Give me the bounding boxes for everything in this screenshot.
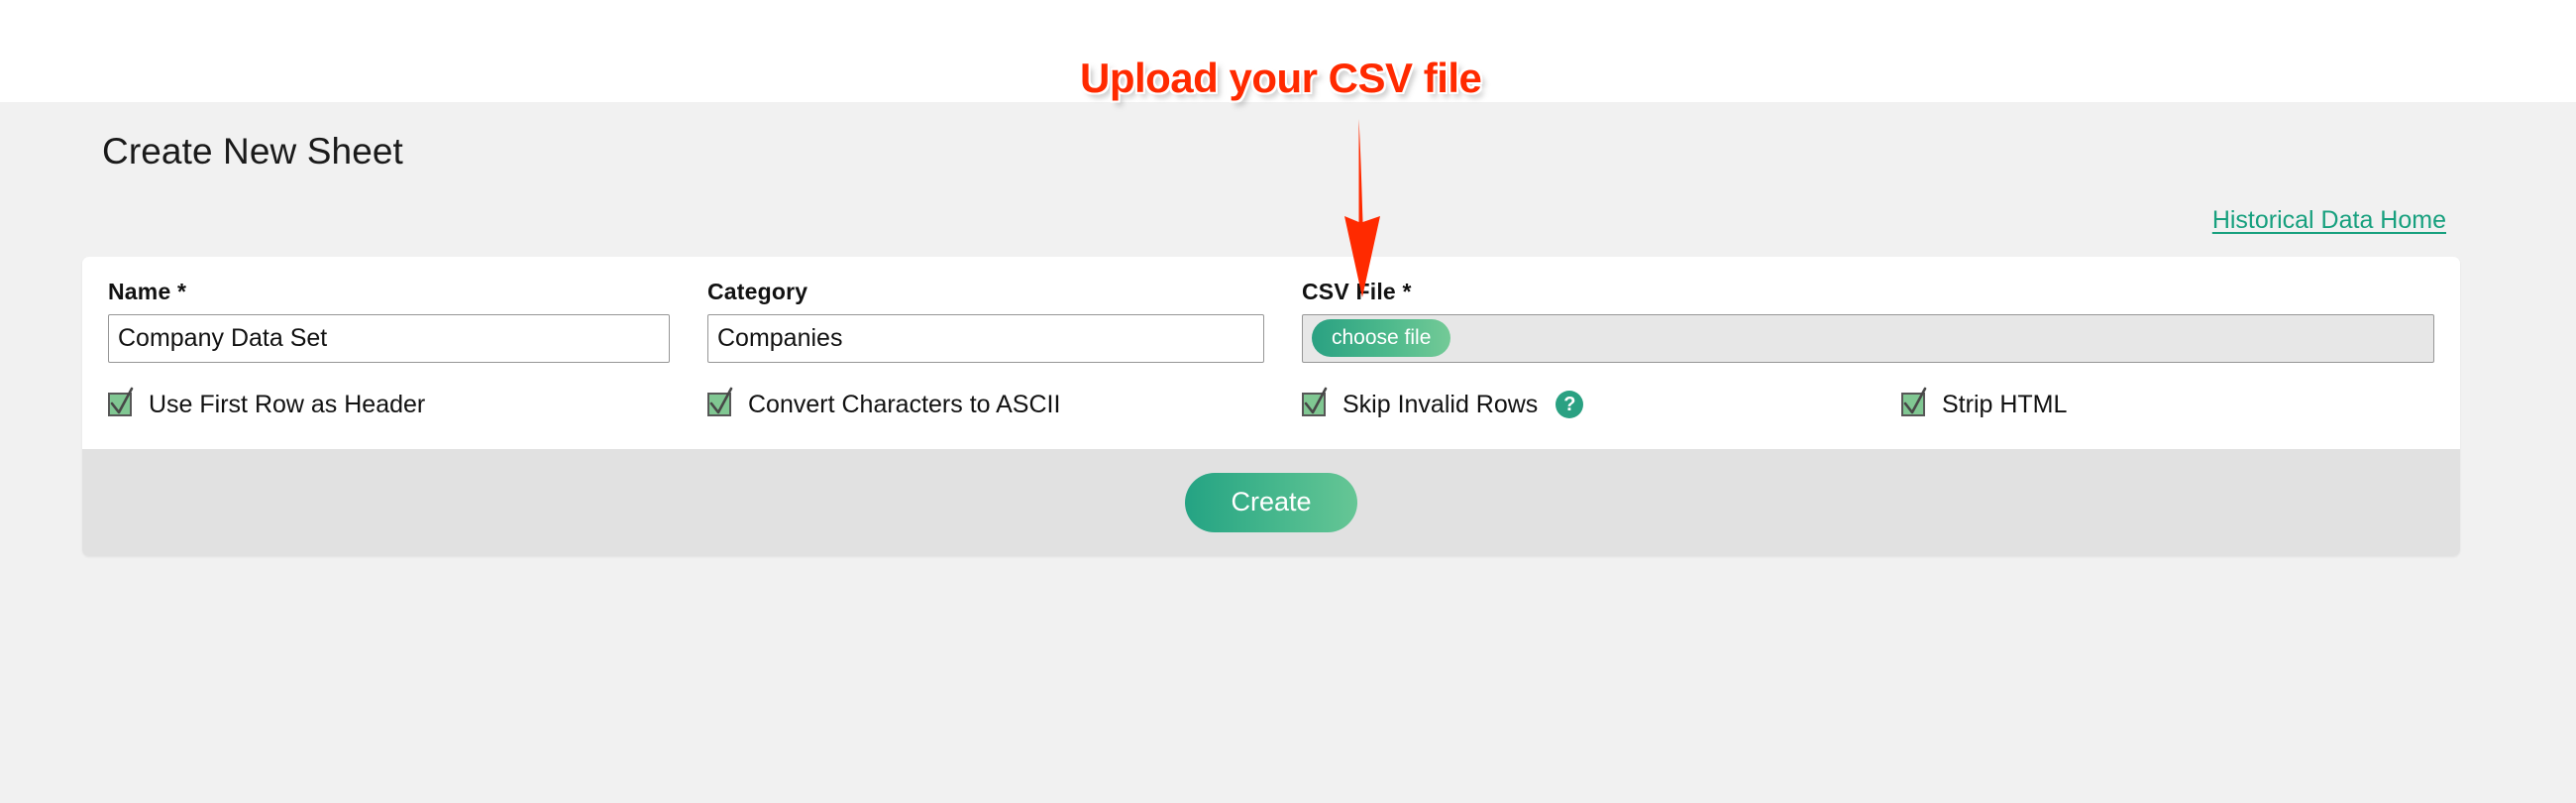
nav-link-row: Historical Data Home bbox=[82, 206, 2460, 238]
options-checkbox-row: Use First Row as Header Convert Characte… bbox=[108, 387, 2434, 419]
page-content: Create New Sheet Historical Data Home Na… bbox=[82, 102, 2460, 556]
help-question-icon[interactable]: ? bbox=[1556, 391, 1584, 419]
checkbox-checked-icon[interactable] bbox=[1302, 387, 1328, 417]
csv-file-field-label: CSV File * bbox=[1302, 278, 1412, 304]
page-title: Create New Sheet bbox=[102, 131, 403, 172]
name-field-label: Name * bbox=[108, 278, 187, 304]
historical-data-home-link[interactable]: Historical Data Home bbox=[2212, 206, 2446, 234]
top-white-band bbox=[0, 0, 2576, 102]
checkbox-item-skip-invalid-rows[interactable]: Skip Invalid Rows ? bbox=[1302, 387, 1901, 419]
checkbox-checked-icon[interactable] bbox=[108, 387, 134, 417]
card-footer: Create bbox=[82, 448, 2460, 556]
create-button[interactable]: Create bbox=[1185, 472, 1357, 532]
checkbox-label: Convert Characters to ASCII bbox=[748, 390, 1061, 418]
checkbox-label: Use First Row as Header bbox=[149, 390, 426, 418]
choose-file-button[interactable]: choose file bbox=[1312, 319, 1451, 358]
checkbox-checked-icon[interactable] bbox=[1901, 387, 1927, 417]
checkbox-item-use-first-row-as-header[interactable]: Use First Row as Header bbox=[108, 387, 707, 419]
field-grid: Name * Category CSV File * choose file bbox=[108, 279, 2434, 363]
checkbox-label: Skip Invalid Rows bbox=[1342, 390, 1539, 418]
csv-file-input[interactable]: choose file bbox=[1302, 313, 2434, 363]
category-field-label: Category bbox=[707, 278, 808, 304]
checkbox-item-strip-html[interactable]: Strip HTML bbox=[1901, 387, 2434, 419]
name-input[interactable] bbox=[108, 313, 670, 363]
checkbox-label: Strip HTML bbox=[1942, 390, 2068, 418]
checkbox-item-convert-characters-to-ascii[interactable]: Convert Characters to ASCII bbox=[707, 387, 1302, 419]
card-body: Name * Category CSV File * choose file bbox=[82, 256, 2460, 449]
category-input[interactable] bbox=[707, 313, 1264, 363]
create-sheet-card: Name * Category CSV File * choose file bbox=[82, 256, 2460, 556]
field-group-category: Category bbox=[707, 279, 1302, 363]
checkbox-checked-icon[interactable] bbox=[707, 387, 733, 417]
field-group-name: Name * bbox=[108, 279, 707, 363]
field-group-csv-file: CSV File * choose file bbox=[1302, 279, 2434, 363]
